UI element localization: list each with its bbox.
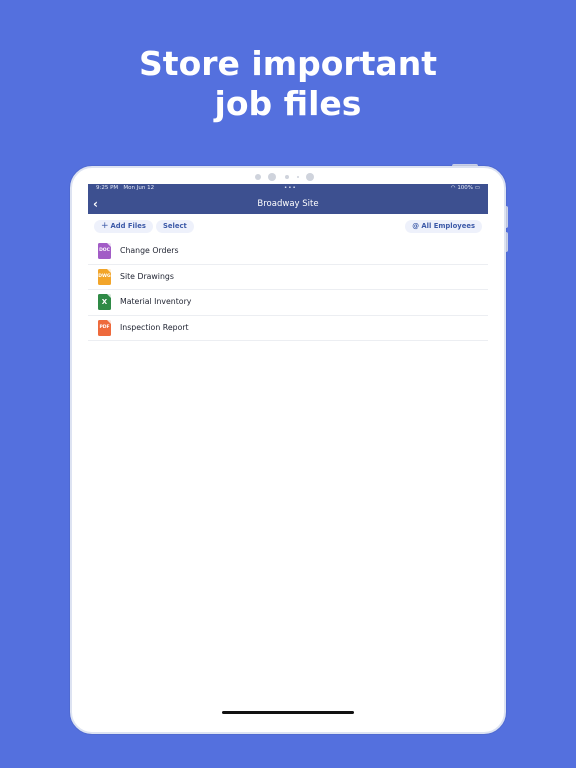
headline-line-1: Store important [139, 44, 437, 83]
pdf-file-icon: PDF [98, 319, 111, 336]
app-screen: 9:25 PM Mon Jun 12 ••• ◠ 100% ▭ ‹ Broadw… [88, 184, 488, 714]
file-name: Inspection Report [120, 322, 189, 332]
file-row-inspection-report[interactable]: PDF Inspection Report [88, 316, 488, 341]
navigation-bar: 9:25 PM Mon Jun 12 ••• ◠ 100% ▭ ‹ Broadw… [88, 184, 488, 214]
camera-dot [306, 173, 314, 181]
excel-file-icon: X [98, 294, 111, 310]
battery-icon: ▭ [474, 185, 480, 191]
file-row-site-drawings[interactable]: DWG Site Drawings [88, 265, 488, 290]
file-list: DOC Change Orders DWG Site Drawings X Ma… [88, 239, 488, 341]
page-title: Broadway Site [257, 199, 319, 209]
all-employees-filter-button[interactable]: @ All Employees [405, 220, 482, 233]
at-icon: @ [412, 222, 420, 230]
plus-icon: + [101, 221, 109, 231]
dwg-file-icon: DWG [98, 268, 111, 285]
sensor-dot [297, 176, 299, 178]
camera-dot [268, 173, 276, 181]
multitasking-dots[interactable]: ••• [284, 185, 297, 191]
headline: Store important job files [0, 44, 576, 124]
home-indicator[interactable] [222, 711, 354, 714]
add-files-button[interactable]: + Add Files [94, 220, 153, 233]
file-row-change-orders[interactable]: DOC Change Orders [88, 239, 488, 265]
file-name: Change Orders [120, 246, 179, 255]
status-battery: ◠ 100% ▭ [450, 185, 480, 191]
doc-file-icon: DOC [98, 243, 111, 259]
file-name: Site Drawings [120, 271, 174, 281]
camera-bar [255, 173, 321, 181]
wifi-icon: ◠ [450, 185, 456, 191]
file-name: Material Inventory [120, 297, 192, 306]
file-row-material-inventory[interactable]: X Material Inventory [88, 290, 488, 316]
status-time: 9:25 PM Mon Jun 12 [96, 185, 155, 191]
select-button[interactable]: Select [156, 220, 194, 233]
sensor-dot [255, 174, 261, 180]
headline-line-2: job files [214, 84, 362, 123]
sensor-dot [285, 175, 289, 179]
file-toolbar: + Add Files Select @ All Employees [88, 220, 488, 234]
